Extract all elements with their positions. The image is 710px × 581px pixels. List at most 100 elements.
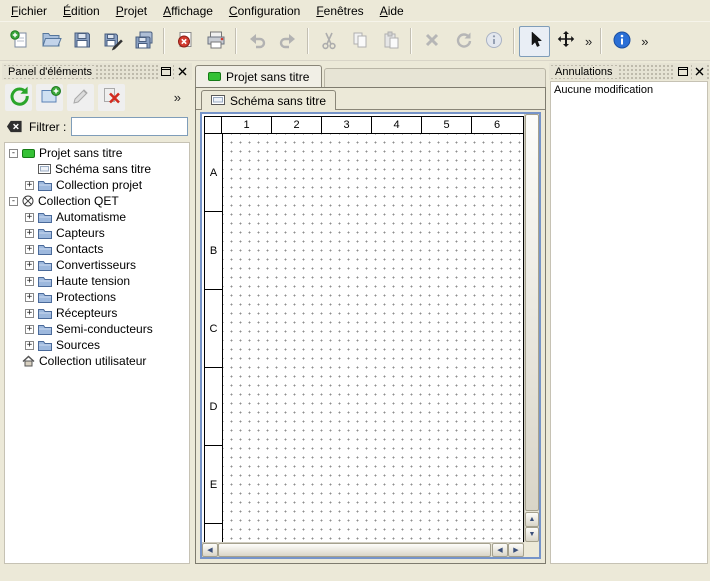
filter-row: Filtrer : <box>2 114 192 139</box>
tree-item-collection-projet[interactable]: Collection projet <box>5 177 189 193</box>
about-button[interactable] <box>606 26 637 57</box>
menu-fenetres[interactable]: Fenêtres <box>308 1 371 21</box>
project-tab[interactable]: Projet sans titre <box>195 65 322 87</box>
menu-configuration[interactable]: Configuration <box>221 1 308 21</box>
scroll-right-button[interactable]: ▶ <box>508 543 524 557</box>
scroll-left-button[interactable]: ◀ <box>202 543 218 557</box>
edit-element-button[interactable] <box>67 84 94 111</box>
collapse-expander-icon[interactable] <box>9 197 18 206</box>
menu-aide[interactable]: Aide <box>372 1 412 21</box>
new-element-button[interactable] <box>36 84 63 111</box>
folder-icon <box>38 260 52 271</box>
tree-item-schema[interactable]: Schéma sans titre <box>5 161 189 177</box>
expand-expander-icon[interactable] <box>25 245 34 254</box>
dot-grid[interactable] <box>223 134 523 542</box>
tree-item-recepteurs[interactable]: Récepteurs <box>5 305 189 321</box>
undo-button[interactable] <box>241 26 272 57</box>
expand-expander-icon[interactable] <box>25 277 34 286</box>
tree-item-haute-tension[interactable]: Haute tension <box>5 273 189 289</box>
info-button[interactable] <box>478 26 509 57</box>
tree-item-convertisseurs[interactable]: Convertisseurs <box>5 257 189 273</box>
expand-expander-icon[interactable] <box>25 229 34 238</box>
horizontal-scrollbar[interactable]: ◀ ◀ ▶ <box>202 542 524 557</box>
new-document-button[interactable] <box>4 26 35 57</box>
select-mode-button[interactable] <box>519 26 550 57</box>
redo-button[interactable] <box>272 26 303 57</box>
close-panel-button[interactable] <box>175 65 190 79</box>
tree-item-contacts[interactable]: Contacts <box>5 241 189 257</box>
move-mode-button[interactable] <box>550 26 581 57</box>
menu-affichage[interactable]: Affichage <box>155 1 221 21</box>
toolbar-overflow-chevron[interactable] <box>637 34 652 49</box>
collapse-expander-icon[interactable] <box>9 149 18 158</box>
expand-expander-icon[interactable] <box>25 293 34 302</box>
vertical-scrollbar-thumb[interactable] <box>525 114 539 511</box>
folder-icon <box>38 324 52 335</box>
reload-collection-button[interactable] <box>5 84 32 111</box>
tree-item-capteurs[interactable]: Capteurs <box>5 225 189 241</box>
copy-button[interactable] <box>344 26 375 57</box>
menu-fichier[interactable]: Fichier <box>3 1 55 21</box>
expand-expander-icon[interactable] <box>25 325 34 334</box>
filter-input[interactable] <box>71 117 188 136</box>
undo-history-list[interactable]: Aucune modification <box>550 81 708 564</box>
elements-panel-body: Filtrer : Projet sans titre Schéma sans … <box>2 80 192 564</box>
schema-tab[interactable]: Schéma sans titre <box>201 90 336 110</box>
float-panel-button[interactable] <box>675 65 690 79</box>
print-button[interactable] <box>200 26 231 57</box>
expand-expander-icon[interactable] <box>25 341 34 350</box>
horizontal-scrollbar-thumb[interactable] <box>218 543 491 557</box>
menu-projet[interactable]: Projet <box>108 1 155 21</box>
save-button[interactable] <box>66 26 97 57</box>
toolbar-overflow-chevron[interactable] <box>581 34 596 49</box>
expand-expander-icon[interactable] <box>25 261 34 270</box>
expand-expander-icon[interactable] <box>25 181 34 190</box>
cut-button[interactable] <box>313 26 344 57</box>
filter-label: Filtrer : <box>29 120 66 134</box>
undo-icon <box>246 29 268 54</box>
open-document-button[interactable] <box>35 26 66 57</box>
header-corner <box>205 117 222 133</box>
clear-filter-button[interactable] <box>5 118 24 135</box>
row-header-filler <box>205 524 222 542</box>
expand-expander-icon[interactable] <box>25 213 34 222</box>
row-header: D <box>205 368 222 446</box>
rotate-button[interactable] <box>447 26 478 57</box>
close-document-button[interactable] <box>169 26 200 57</box>
tree-item-automatisme[interactable]: Automatisme <box>5 209 189 225</box>
save-as-button[interactable] <box>97 26 128 57</box>
save-all-button[interactable] <box>128 26 159 57</box>
tree-item-semi-conducteurs[interactable]: Semi-conducteurs <box>5 321 189 337</box>
scroll-down-button[interactable]: ▼ <box>525 527 539 542</box>
schema-canvas[interactable]: 1 2 3 4 5 6 A B C <box>202 114 524 542</box>
tree-item-collection-utilisateur[interactable]: Collection utilisateur <box>5 353 189 369</box>
home-icon <box>22 355 35 367</box>
scroll-up-button[interactable]: ▲ <box>525 512 539 527</box>
elements-panel-titlebar[interactable]: Panel d'éléments <box>2 63 192 80</box>
undo-panel-titlebar[interactable]: Annulations <box>549 63 709 80</box>
menu-edition[interactable]: Édition <box>55 1 108 21</box>
delete-element-button[interactable] <box>98 84 125 111</box>
row-header-column: A B C D E <box>205 134 223 542</box>
elements-panel-toolbar <box>2 80 192 114</box>
undo-panel-title: Annulations <box>551 66 617 78</box>
toolbar-separator <box>163 28 165 54</box>
scrollbar-corner <box>524 542 539 557</box>
delete-button[interactable] <box>416 26 447 57</box>
paste-button[interactable] <box>375 26 406 57</box>
toolbar-separator <box>513 28 515 54</box>
undo-list-item[interactable]: Aucune modification <box>551 82 707 98</box>
tree-item-sources[interactable]: Sources <box>5 337 189 353</box>
redo-icon <box>277 29 299 54</box>
vertical-scrollbar[interactable]: ▲ ▼ <box>524 114 539 542</box>
select-arrow-icon <box>524 29 546 54</box>
panel-toolbar-overflow-chevron[interactable] <box>170 90 185 105</box>
close-panel-button[interactable] <box>692 65 707 79</box>
schema-view[interactable]: 1 2 3 4 5 6 A B C <box>200 112 541 559</box>
float-panel-button[interactable] <box>158 65 173 79</box>
tree-item-protections[interactable]: Protections <box>5 289 189 305</box>
tree-item-collection-qet[interactable]: Collection QET <box>5 193 189 209</box>
expand-expander-icon[interactable] <box>25 309 34 318</box>
tree-item-project[interactable]: Projet sans titre <box>5 145 189 161</box>
scroll-left-button[interactable]: ◀ <box>492 543 508 557</box>
